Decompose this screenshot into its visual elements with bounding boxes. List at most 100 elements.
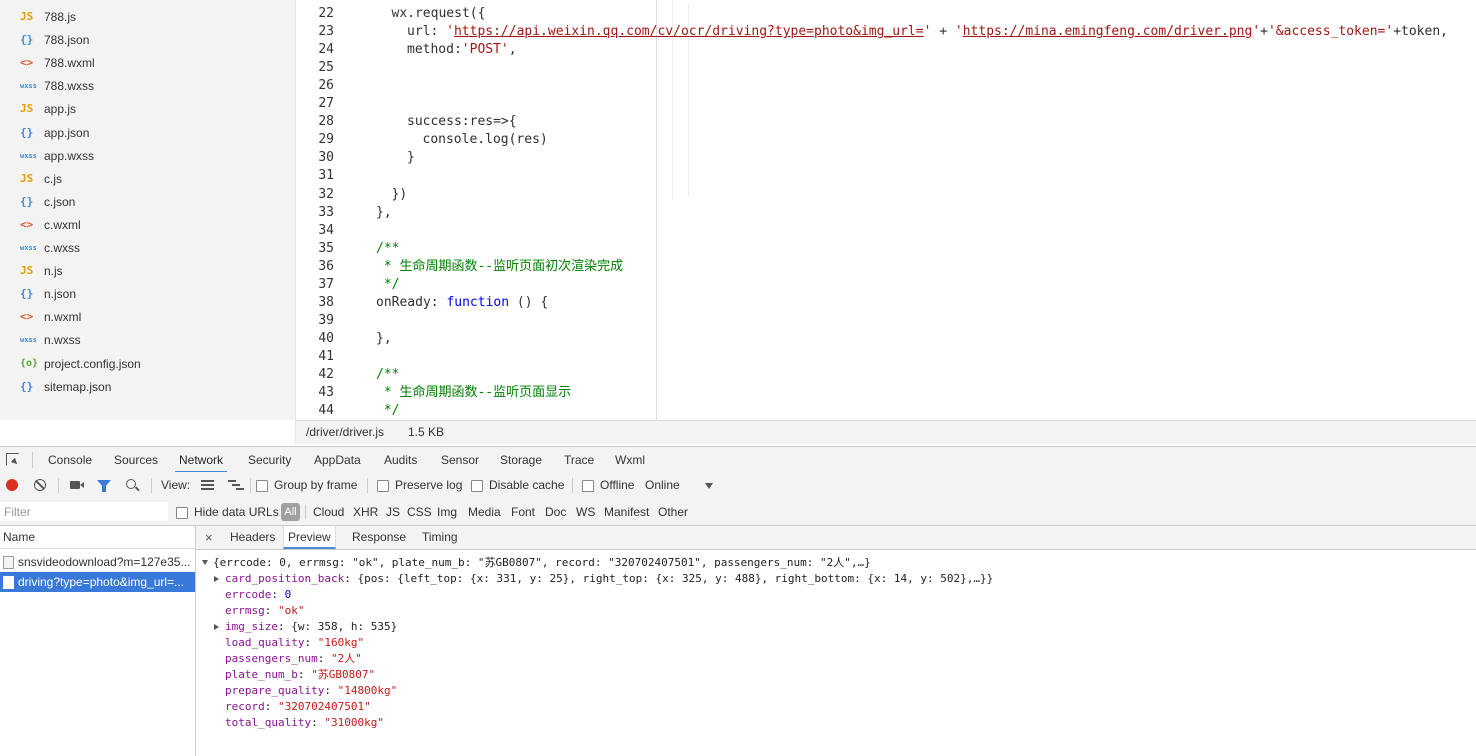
file-tree-item[interactable]: wxss 788.wxss (20, 76, 94, 96)
preserve-log-checkbox[interactable]: Preserve log (377, 472, 462, 499)
throttling-select[interactable]: Online (645, 472, 680, 499)
search-icon[interactable] (126, 479, 140, 492)
file-tree-item[interactable]: {} app.json (20, 123, 89, 143)
preserve-log-label: Preserve log (395, 478, 463, 492)
tab-headers[interactable]: Headers (230, 526, 275, 549)
file-tree-item[interactable]: {} n.json (20, 284, 76, 304)
file-tree-item[interactable]: {o} project.config.json (20, 354, 141, 374)
json-line: record: "320702407501" (225, 699, 371, 715)
line-number: 43 (318, 385, 334, 401)
filter-type-manifest[interactable]: Manifest (604, 499, 649, 525)
code-token: , (508, 42, 517, 58)
filter-all-button[interactable]: All (281, 503, 300, 521)
record-button[interactable] (6, 479, 18, 491)
filter-type-ws[interactable]: WS (576, 499, 595, 525)
tab-response[interactable]: Response (352, 526, 406, 549)
tab-wxml[interactable]: Wxml (611, 447, 649, 473)
filter-type-img[interactable]: Img (437, 499, 457, 525)
hide-data-urls-checkbox[interactable]: Hide data URLs (176, 499, 279, 525)
file-tree-item[interactable]: {} 788.json (20, 30, 89, 50)
request-row[interactable]: snsvideodownload?m=127e35... (0, 552, 195, 572)
file-name: project.config.json (44, 356, 141, 371)
code-token: ' (954, 24, 963, 40)
file-tree-item[interactable]: {} sitemap.json (20, 377, 111, 397)
filter-type-js[interactable]: JS (386, 499, 400, 525)
offline-label: Offline (600, 478, 635, 492)
expand-down-icon[interactable] (202, 560, 208, 565)
file-tree-item[interactable]: wxss n.wxss (20, 330, 81, 350)
tab-sensor[interactable]: Sensor (437, 447, 483, 473)
tab-security[interactable]: Security (244, 447, 295, 473)
tab-storage[interactable]: Storage (496, 447, 546, 473)
expand-right-icon[interactable] (214, 624, 219, 630)
filter-type-xhr[interactable]: XHR (353, 499, 378, 525)
chevron-down-icon[interactable] (705, 483, 713, 489)
request-row[interactable]: driving?type=photo&img_url=... (0, 572, 195, 592)
video-camera-icon[interactable] (70, 481, 84, 489)
file-tree-item[interactable]: JS n.js (20, 261, 63, 281)
request-name: snsvideodownload?m=127e35... (18, 555, 191, 569)
code-token: }) (391, 186, 408, 202)
line-number: 28 (318, 114, 334, 130)
code-line: 38 onReady: function () { (296, 294, 1476, 312)
tab-network[interactable]: Network (175, 447, 228, 473)
tab-preview[interactable]: Preview (283, 526, 336, 549)
tab-audits[interactable]: Audits (380, 447, 421, 473)
json-token: : {pos: {left_top: {x: 331, y: 25}, righ… (344, 572, 994, 585)
file-tree-item[interactable]: <> c.wxml (20, 215, 81, 235)
code-line: 41 (296, 348, 1476, 366)
tab-trace[interactable]: Trace (560, 447, 598, 473)
json-line[interactable]: {errcode: 0, errmsg: "ok", plate_num_b: … (213, 555, 871, 571)
large-rows-icon[interactable] (201, 480, 214, 490)
filter-input[interactable] (0, 502, 168, 521)
json-token: img_size (225, 620, 278, 633)
json-token: : (264, 604, 278, 617)
json-line[interactable]: img_size: {w: 358, h: 535} (225, 619, 397, 635)
file-tree-item[interactable]: wxss app.wxss (20, 146, 94, 166)
json-file-icon: {} (20, 194, 34, 208)
code-token: } (407, 150, 415, 166)
filter-icon-stem (102, 486, 106, 492)
close-icon[interactable]: × (205, 526, 213, 549)
group-by-frame-checkbox[interactable]: Group by frame (256, 472, 357, 499)
json-token: "31000kg" (324, 716, 384, 729)
code-editor[interactable]: 22 wx.request({23 url: 'https://api.weixin… (295, 0, 1476, 420)
code-text: }) (392, 186, 408, 204)
code-line: 27 (296, 95, 1476, 113)
line-number: 27 (318, 96, 334, 112)
code-text: method:'POST', (407, 41, 517, 59)
disable-cache-checkbox[interactable]: Disable cache (471, 472, 564, 499)
name-column-header[interactable]: Name (0, 526, 195, 549)
code-token: https://api.weixin.qq.com/cv/ocr/driving… (453, 24, 924, 40)
file-tree-item[interactable]: {} c.json (20, 192, 75, 212)
file-tree-item[interactable]: JS 788.js (20, 7, 76, 27)
filter-type-css[interactable]: CSS (407, 499, 432, 525)
json-file-icon: {} (20, 125, 34, 139)
file-tree-item[interactable]: <> n.wxml (20, 307, 81, 327)
file-tree-item[interactable]: <> 788.wxml (20, 53, 95, 73)
tab-appdata[interactable]: AppData (310, 447, 365, 473)
code-line: 39 (296, 312, 1476, 330)
code-text: } (407, 149, 415, 167)
filter-bar: Hide data URLs All Cloud XHR JS CSSImg Media… (0, 499, 1476, 526)
file-tree-item[interactable]: JS app.js (20, 99, 76, 119)
filter-type-font[interactable]: Font (511, 499, 535, 525)
filter-type-other[interactable]: Other (658, 499, 688, 525)
clear-icon[interactable] (34, 479, 46, 491)
tab-console[interactable]: Console (44, 447, 96, 473)
json-line[interactable]: card_position_back: {pos: {left_top: {x:… (225, 571, 993, 587)
wxml-file-icon: <> (20, 56, 34, 70)
tab-sources[interactable]: Sources (110, 447, 162, 473)
filter-type-media[interactable]: Media (468, 499, 501, 525)
file-tree-item[interactable]: JS c.js (20, 169, 62, 189)
line-number: 31 (318, 168, 334, 184)
filter-type-doc[interactable]: Doc (545, 499, 566, 525)
tab-timing[interactable]: Timing (422, 526, 458, 549)
file-tree-item[interactable]: wxss c.wxss (20, 238, 80, 258)
expand-right-icon[interactable] (214, 576, 219, 582)
wxss-file-icon: wxss (20, 151, 37, 160)
waterfall-icon[interactable] (228, 480, 244, 490)
filter-type-cloud[interactable]: Cloud (313, 499, 344, 525)
json-token: 0 (284, 588, 292, 601)
offline-checkbox[interactable]: Offline (582, 472, 634, 499)
